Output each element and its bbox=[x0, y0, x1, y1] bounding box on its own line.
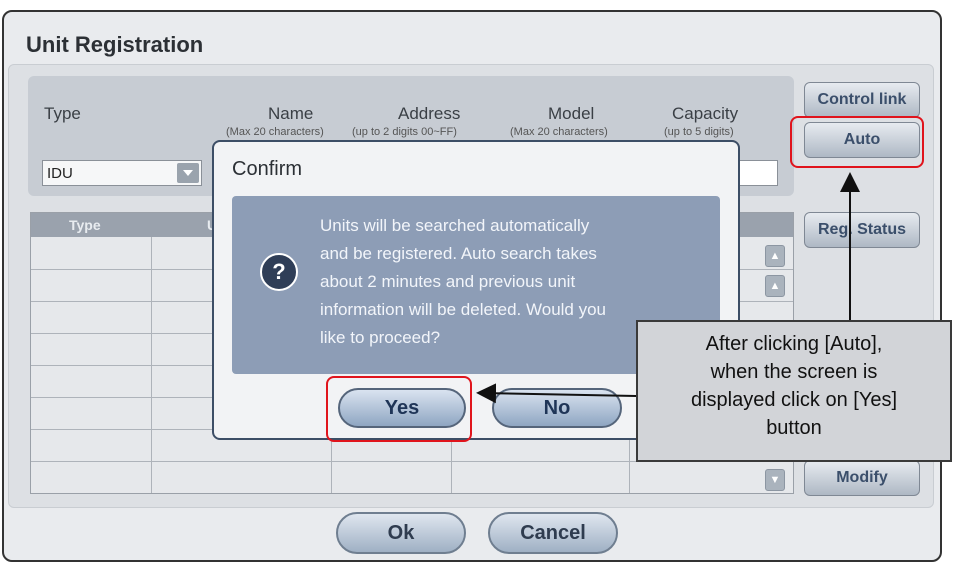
arrow-to-yes bbox=[476, 383, 637, 404]
instruction-text: After clicking [Auto], when the screen i… bbox=[690, 333, 898, 439]
instruction-callout: After clicking [Auto], when the screen i… bbox=[636, 320, 952, 462]
annotation-arrows bbox=[476, 172, 860, 404]
